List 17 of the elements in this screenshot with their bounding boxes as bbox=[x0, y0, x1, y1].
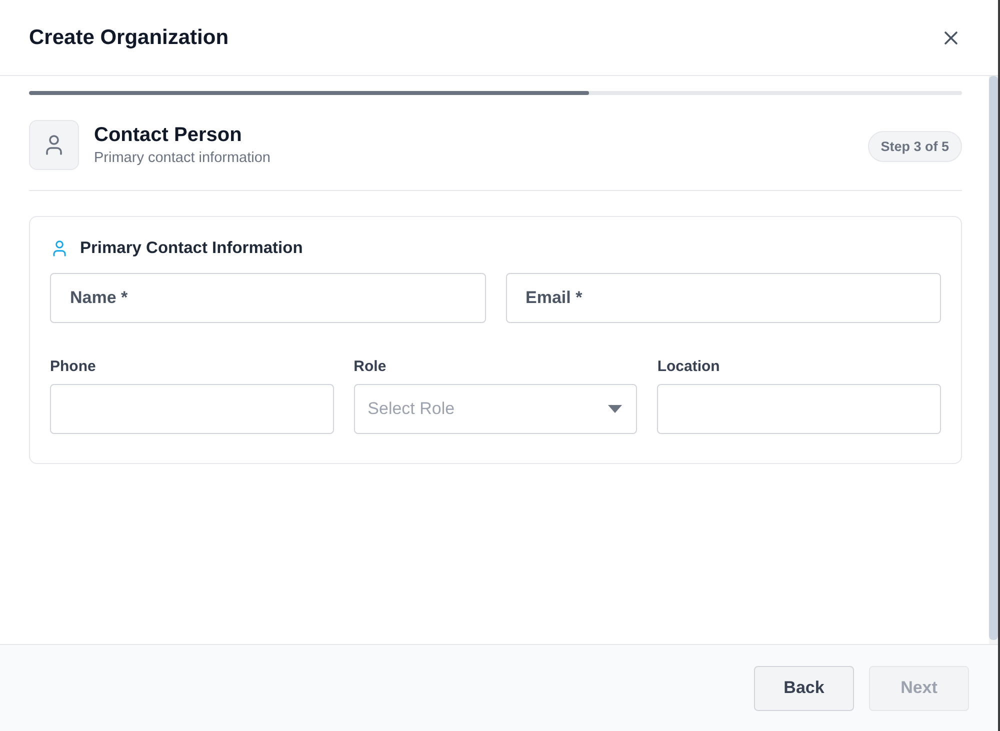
section-title: Primary Contact Information bbox=[80, 238, 303, 258]
step-badge: Step 3 of 5 bbox=[868, 130, 962, 162]
field-label: Phone bbox=[50, 358, 97, 376]
text-input[interactable] bbox=[50, 384, 334, 434]
footer-button[interactable]: Back bbox=[754, 666, 854, 710]
caret-icon bbox=[608, 405, 622, 413]
step-subtitle: Primary contact information bbox=[94, 150, 272, 166]
dialog-title: Create Organization bbox=[29, 26, 229, 50]
text-input[interactable] bbox=[657, 384, 941, 434]
text-input[interactable]: Name * bbox=[50, 273, 486, 323]
select-dropdown[interactable]: Select Role bbox=[354, 384, 638, 434]
field-label: Role bbox=[354, 358, 388, 376]
text-input[interactable]: Email * bbox=[506, 273, 941, 323]
person-icon bbox=[29, 120, 79, 170]
field-label: Location bbox=[657, 358, 721, 376]
person-icon bbox=[50, 238, 69, 258]
step-title: Contact Person bbox=[94, 124, 243, 147]
